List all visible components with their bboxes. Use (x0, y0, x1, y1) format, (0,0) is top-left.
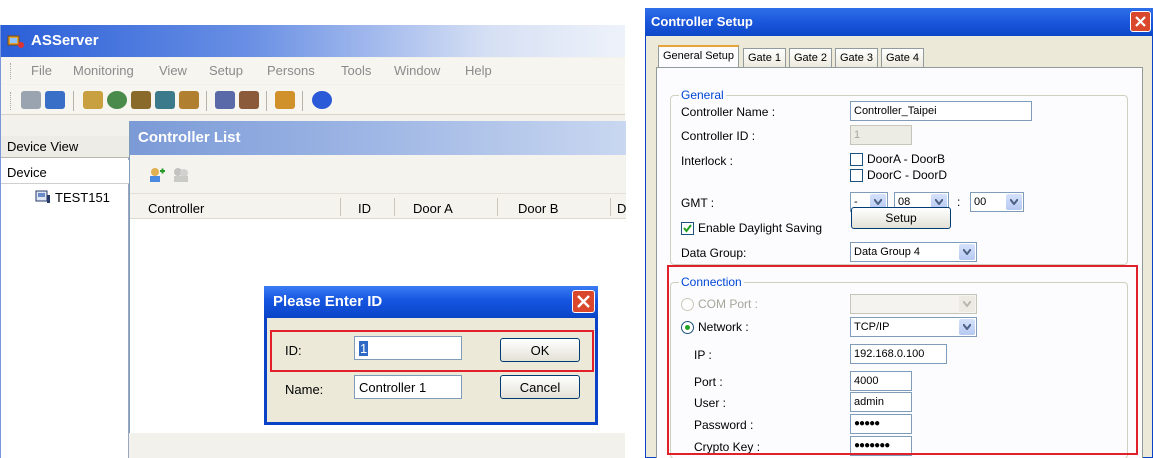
gmt-label: GMT : (681, 196, 715, 210)
interlock-ab-checkbox[interactable] (850, 153, 863, 166)
device-column-header[interactable]: Device (1, 160, 129, 184)
interlock-cd-label: DoorC - DoorD (867, 168, 948, 182)
controller-id-input: 1 (850, 125, 912, 145)
chevron-down-icon (1010, 199, 1018, 205)
close-button[interactable] (1130, 11, 1151, 32)
tab-general-setup[interactable]: General Setup (658, 45, 739, 68)
col-door-b[interactable]: Door B (518, 201, 558, 216)
tab-gate-2[interactable]: Gate 2 (789, 48, 833, 67)
menu-grip (10, 63, 13, 79)
controller-node-icon (35, 190, 50, 203)
dropdown-button[interactable] (959, 244, 975, 260)
toolbar-grip (10, 92, 13, 110)
name-label: Name: (285, 382, 324, 397)
col-separator (340, 198, 341, 216)
tab-gate-1[interactable]: Gate 1 (743, 48, 787, 67)
enter-id-title: Please Enter ID (273, 293, 383, 310)
menu-tools[interactable]: Tools (341, 63, 371, 78)
id-highlight-box (270, 330, 594, 372)
menu-monitoring[interactable]: Monitoring (73, 63, 134, 78)
add-controller-icon[interactable] (148, 167, 166, 183)
person-icon[interactable] (215, 91, 235, 109)
app-icon (7, 35, 24, 48)
col-separator (610, 198, 611, 216)
enter-id-titlebar: Please Enter ID (264, 286, 598, 318)
general-legend: General (679, 88, 726, 102)
col-door-c-partial[interactable]: D (617, 201, 626, 216)
close-button[interactable] (572, 290, 595, 313)
controller-setup-titlebar: Controller Setup (645, 8, 1153, 36)
door-icon[interactable] (131, 91, 151, 109)
toolbar-separator (73, 91, 74, 111)
data-group-label: Data Group: (681, 246, 747, 260)
gmt-colon: : (957, 195, 961, 209)
report-icon[interactable] (275, 91, 295, 109)
close-icon (577, 295, 590, 308)
controller-setup-icon[interactable] (83, 91, 103, 109)
col-separator (394, 198, 395, 216)
controller-name-input[interactable]: Controller_Taipei (850, 101, 1032, 121)
monitor-icon[interactable] (107, 91, 127, 109)
gmt-minute-select[interactable]: 00 (970, 192, 1024, 212)
menu-bar: File Monitoring View Setup Persons Tools… (1, 58, 625, 84)
col-controller[interactable]: Controller (148, 201, 204, 216)
menu-file[interactable]: File (31, 63, 52, 78)
name-input[interactable]: Controller 1 (354, 375, 462, 399)
controller-list-header: Controller ID Door A Door B D (130, 193, 626, 219)
toolbar-separator (206, 91, 207, 111)
col-door-a[interactable]: Door A (413, 201, 453, 216)
main-toolbar (1, 85, 625, 115)
device-tree-node[interactable]: TEST151 (35, 190, 110, 205)
controller-list-toolbar (130, 155, 626, 193)
menu-setup[interactable]: Setup (209, 63, 243, 78)
data-group-value: Data Group 4 (854, 246, 921, 258)
col-id[interactable]: ID (358, 201, 371, 216)
device-view-header: Device View (1, 136, 129, 158)
login-icon[interactable] (45, 91, 65, 109)
cancel-button[interactable]: Cancel (500, 375, 580, 399)
chevron-down-icon (963, 249, 971, 255)
connection-highlight-box (667, 265, 1138, 455)
interlock-ab-label: DoorA - DoorB (867, 152, 946, 166)
device-view-panel: Device View Device TEST151 (1, 136, 129, 458)
tab-gate-4[interactable]: Gate 4 (881, 48, 925, 67)
daylight-saving-label: Enable Daylight Saving (698, 221, 823, 235)
exit-icon[interactable] (21, 91, 41, 109)
controller-id-label: Controller ID : (681, 129, 756, 143)
interlock-cd-checkbox[interactable] (850, 169, 863, 182)
holiday-icon[interactable] (179, 91, 199, 109)
menu-persons[interactable]: Persons (267, 63, 315, 78)
close-icon (1135, 16, 1146, 27)
asserver-titlebar: ASServer (1, 25, 625, 57)
help-icon[interactable] (312, 91, 332, 109)
interlock-label: Interlock : (681, 154, 734, 168)
remove-controller-icon[interactable] (172, 167, 190, 183)
daylight-setup-button[interactable]: Setup (851, 207, 951, 229)
chevron-down-icon (874, 199, 882, 205)
col-separator (497, 198, 498, 216)
tab-gate-3[interactable]: Gate 3 (835, 48, 879, 67)
controller-list-title: Controller List (138, 129, 241, 146)
menu-window[interactable]: Window (394, 63, 440, 78)
device-node-label: TEST151 (55, 190, 110, 205)
controller-list-titlebar: Controller List (130, 121, 626, 155)
card-icon[interactable] (239, 91, 259, 109)
chevron-down-icon (935, 199, 943, 205)
dropdown-button[interactable] (1006, 194, 1022, 210)
checkmark-icon (683, 224, 692, 233)
schedule-icon[interactable] (155, 91, 175, 109)
data-group-select[interactable]: Data Group 4 (850, 242, 977, 262)
menu-view[interactable]: View (159, 63, 187, 78)
daylight-saving-checkbox[interactable] (681, 222, 694, 235)
toolbar-separator (302, 91, 303, 111)
toolbar-separator (266, 91, 267, 111)
gmt-minute-value: 00 (974, 196, 987, 208)
menu-help[interactable]: Help (465, 63, 492, 78)
controller-setup-title: Controller Setup (651, 14, 753, 29)
controller-name-label: Controller Name : (681, 105, 776, 119)
asserver-title: ASServer (31, 32, 99, 49)
